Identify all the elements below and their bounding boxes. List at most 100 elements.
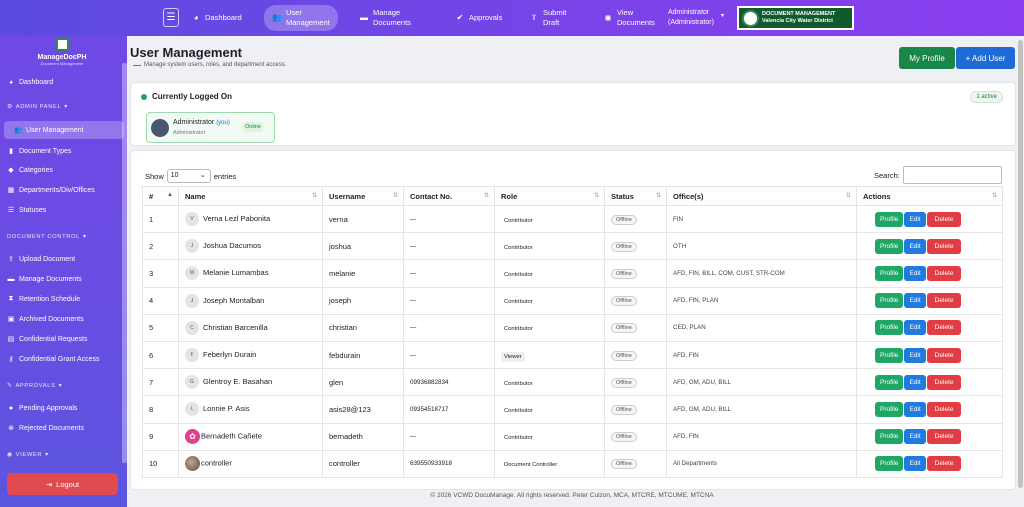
logout-icon: ⇥ — [45, 479, 53, 489]
column-header-actions[interactable]: Actions ⇅ — [856, 186, 1003, 206]
sidebar-item-manage-documents[interactable]: ▬ Manage Documents — [4, 270, 124, 288]
sidebar-section-admin-panel[interactable]: ⚙ ADMIN PANEL ▾ — [7, 104, 68, 110]
delete-button[interactable]: Delete — [926, 293, 962, 309]
profile-button[interactable]: Profile — [875, 320, 904, 336]
status-badge: Offline — [611, 214, 637, 225]
nav-user-management[interactable]: 👥 User Management — [264, 5, 338, 31]
sidebar-item-statuses[interactable]: ☰ Statuses — [4, 201, 124, 219]
delete-button[interactable]: Delete — [926, 456, 962, 472]
cell-role: Contributor — [494, 259, 605, 288]
edit-button[interactable]: Edit — [904, 265, 926, 281]
sort-icon: ⇅ — [593, 193, 599, 199]
delete-button[interactable]: Delete — [926, 347, 962, 363]
table-row: 6 F Feberlyn Durain febdurain — Viewer Of… — [142, 340, 1003, 370]
cell-name: G Glentroy E. Basahan — [178, 368, 323, 397]
nav-approvals[interactable]: ✔ Approvals — [455, 0, 503, 36]
brand-logo: DOCUMENT MANAGEMENT Valencia City Water D… — [737, 6, 854, 30]
profile-button[interactable]: Profile — [875, 265, 904, 281]
tag-icon: ◆ — [8, 167, 14, 174]
column-header-username[interactable]: Username ⇅ — [322, 186, 404, 206]
profile-button[interactable]: Profile — [875, 347, 904, 363]
search-input[interactable] — [902, 166, 1002, 184]
delete-button[interactable]: Delete — [926, 238, 962, 254]
column-header-role[interactable]: Role ⇅ — [494, 186, 605, 206]
cell-name: L Lonnie P. Asis — [178, 395, 323, 424]
cell-role: Viewer — [494, 340, 605, 370]
cell-status: Offline — [604, 422, 667, 451]
eye-icon: ◉ — [7, 452, 13, 458]
cell-contact: — — [403, 232, 495, 261]
profile-button[interactable]: Profile — [875, 293, 904, 309]
edit-button[interactable]: Edit — [904, 456, 926, 472]
cell-offices: AFD, FIN, PLAN — [666, 286, 857, 315]
user-menu[interactable]: Administrator (Administrator) ▾ — [668, 8, 724, 28]
cell-role: Contributor — [494, 204, 605, 234]
edit-button[interactable]: Edit — [904, 429, 926, 445]
nav-submit-draft[interactable]: ⇪ Submit Draft — [529, 0, 567, 36]
edit-button[interactable]: Edit — [904, 347, 926, 363]
sidebar-item-retention-schedule[interactable]: ⧗ Retention Schedule — [4, 290, 124, 308]
users-icon: 👥 — [14, 127, 23, 134]
profile-button[interactable]: Profile — [875, 456, 904, 472]
sidebar-item-categories[interactable]: ◆ Categories — [4, 161, 124, 179]
profile-button[interactable]: Profile — [875, 374, 904, 390]
delete-button[interactable]: Delete — [926, 211, 962, 227]
profile-button[interactable]: Profile — [875, 401, 904, 417]
profile-button[interactable]: Profile — [875, 238, 904, 254]
archive-icon: ▣ — [7, 316, 15, 323]
sidebar-section-viewer[interactable]: ◉ VIEWER ▾ — [7, 452, 49, 458]
delete-button[interactable]: Delete — [926, 265, 962, 281]
nav-view-documents[interactable]: ◉ View Documents — [603, 0, 655, 36]
online-dot-icon — [141, 93, 147, 100]
add-user-button[interactable]: + Add User — [956, 47, 1015, 69]
delete-button[interactable]: Delete — [926, 401, 962, 417]
cell-number: 1 — [142, 204, 179, 234]
delete-button[interactable]: Delete — [926, 320, 962, 336]
column-header-name[interactable]: Name ⇅ — [178, 186, 323, 206]
sidebar-item-rejected-documents[interactable]: ⊗ Rejected Documents — [4, 419, 124, 437]
nav-manage-documents[interactable]: ▬ Manage Documents — [359, 0, 411, 36]
edit-button[interactable]: Edit — [904, 401, 926, 417]
cell-status: Offline — [604, 204, 667, 234]
cell-status: Offline — [604, 286, 667, 315]
profile-button[interactable]: Profile — [875, 211, 904, 227]
nav-view-documents-label: View Documents — [617, 8, 655, 27]
sidebar-item-archived-documents[interactable]: ▣ Archived Documents — [4, 310, 124, 328]
list-icon: ☰ — [7, 207, 15, 214]
cell-actions: Profile Edit Delete — [856, 422, 1003, 451]
sidebar-item-departments[interactable]: ▦ Departments/Div/Offices — [4, 181, 124, 199]
sidebar-section-document-control[interactable]: DOCUMENT CONTROL ▾ — [7, 234, 86, 240]
sidebar-item-dashboard[interactable]: ◕ Dashboard — [4, 73, 124, 91]
cell-offices: FIN — [666, 204, 857, 234]
sidebar-section-approvals[interactable]: ✎ APPROVALS ▾ — [7, 383, 62, 389]
sidebar-item-pending-approvals[interactable]: ● Pending Approvals — [4, 399, 124, 417]
sidebar-item-upload-document[interactable]: ⇪ Upload Document — [4, 250, 124, 268]
delete-button[interactable]: Delete — [926, 374, 962, 390]
sidebar-item-confidential-requests[interactable]: ▤ Confidential Requests — [4, 330, 124, 348]
sidebar-scrollbar[interactable] — [122, 63, 127, 463]
edit-button[interactable]: Edit — [904, 211, 926, 227]
page-scrollbar[interactable] — [1017, 36, 1024, 507]
status-badge: Offline — [611, 350, 637, 361]
column-header-number[interactable]: # ▲ — [142, 186, 179, 206]
edit-button[interactable]: Edit — [904, 238, 926, 254]
sidebar-item-confidential-grant-access[interactable]: ⚷ Confidential Grant Access — [4, 350, 124, 368]
sidebar-item-user-management[interactable]: 👥 User Management — [4, 121, 124, 139]
my-profile-button[interactable]: My Profile — [899, 47, 955, 69]
sidebar-item-document-types[interactable]: ▮ Document Types — [4, 142, 124, 160]
column-header-contact[interactable]: Contact No. ⇅ — [403, 186, 495, 206]
user-key-icon: ⚷ — [8, 356, 14, 363]
scrollbar-thumb[interactable] — [1018, 40, 1023, 488]
logged-on-user-chip: Administrator (you) Administrator Online — [146, 112, 275, 143]
logout-button[interactable]: ⇥ Logout — [7, 473, 118, 495]
column-header-status[interactable]: Status ⇅ — [604, 186, 667, 206]
entries-select[interactable]: 10 ⌄ — [166, 169, 211, 183]
menu-toggle-icon[interactable]: ☰ — [163, 8, 179, 27]
nav-dashboard[interactable]: ◕ Dashboard — [191, 0, 242, 36]
column-header-offices[interactable]: Office(s) ⇅ — [666, 186, 857, 206]
edit-button[interactable]: Edit — [904, 374, 926, 390]
delete-button[interactable]: Delete — [926, 429, 962, 445]
edit-button[interactable]: Edit — [904, 320, 926, 336]
profile-button[interactable]: Profile — [875, 429, 904, 445]
edit-button[interactable]: Edit — [904, 293, 926, 309]
